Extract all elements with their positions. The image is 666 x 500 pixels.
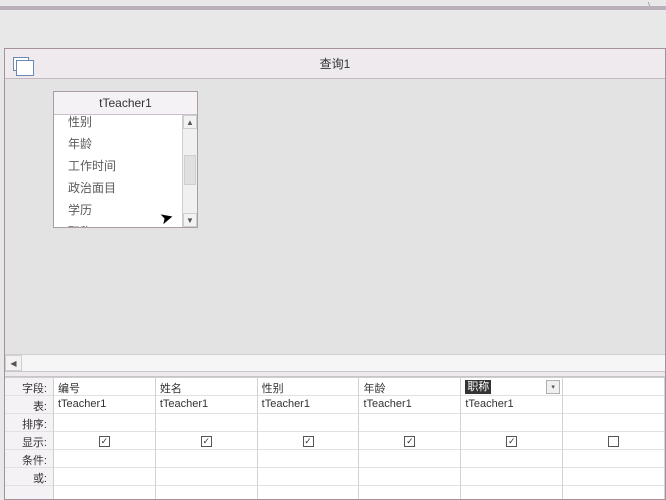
sort-cell[interactable]: [54, 414, 155, 432]
sort-cell[interactable]: [359, 414, 460, 432]
label-criteria: 条件:: [5, 450, 53, 468]
empty-cell[interactable]: [563, 450, 664, 468]
table-box[interactable]: tTeacher1 性别 年龄 工作时间 政治面目 学历 职称 ▲ ▼: [53, 91, 198, 228]
table-cell[interactable]: tTeacher1: [156, 396, 257, 414]
or-cell[interactable]: [359, 468, 460, 486]
grid-column: 姓名tTeacher1 ✓: [156, 378, 258, 499]
grid-column: 年龄tTeacher1 ✓: [359, 378, 461, 499]
sort-cell[interactable]: [156, 414, 257, 432]
field-item[interactable]: 性别: [64, 115, 182, 133]
grid-column: 职称▾tTeacher1 ✓: [461, 378, 563, 499]
field-cell[interactable]: 姓名: [156, 378, 257, 396]
show-cell[interactable]: ✓: [258, 432, 359, 450]
show-checkbox[interactable]: [608, 436, 619, 447]
criteria-cell[interactable]: [258, 450, 359, 468]
or-cell[interactable]: [54, 468, 155, 486]
empty-cell[interactable]: [563, 378, 664, 396]
grid-column: 编号tTeacher1 ✓: [54, 378, 156, 499]
or-cell[interactable]: [258, 468, 359, 486]
field-item[interactable]: 工作时间: [64, 155, 182, 177]
show-checkbox[interactable]: ✓: [303, 436, 314, 447]
dropdown-arrow-icon[interactable]: ▾: [546, 380, 560, 394]
query-icon: [13, 57, 29, 71]
or-cell[interactable]: [461, 468, 562, 486]
field-item[interactable]: 年龄: [64, 133, 182, 155]
label-sort: 排序:: [5, 414, 53, 432]
empty-cell[interactable]: [563, 396, 664, 414]
grid-row-labels: 字段: 表: 排序: 显示: 条件: 或:: [5, 378, 54, 499]
scroll-left-button[interactable]: ◀: [5, 355, 22, 371]
query-design-window: 查询1 tTeacher1 性别 年龄 工作时间 政治面目 学历 职称 ▲ ▼: [4, 48, 666, 500]
ribbon-strip: [0, 6, 666, 10]
field-item[interactable]: 政治面目: [64, 177, 182, 199]
show-checkbox[interactable]: ✓: [404, 436, 415, 447]
or-cell[interactable]: [156, 468, 257, 486]
label-table: 表:: [5, 396, 53, 414]
field-cell[interactable]: 性别: [258, 378, 359, 396]
scroll-track[interactable]: [22, 355, 665, 371]
diagram-hscroll[interactable]: ◀: [5, 354, 665, 371]
field-cell[interactable]: 职称▾: [461, 378, 562, 396]
show-checkbox[interactable]: ✓: [201, 436, 212, 447]
label-field: 字段:: [5, 378, 53, 396]
scroll-down-button[interactable]: ▼: [183, 213, 197, 227]
field-list-scrollbar[interactable]: ▲ ▼: [182, 115, 197, 227]
field-cell[interactable]: 年龄: [359, 378, 460, 396]
show-cell[interactable]: ✓: [461, 432, 562, 450]
field-list[interactable]: 性别 年龄 工作时间 政治面目 学历 职称: [54, 115, 182, 227]
show-checkbox[interactable]: ✓: [506, 436, 517, 447]
criteria-cell[interactable]: [461, 450, 562, 468]
sort-cell[interactable]: [461, 414, 562, 432]
grid-column-empty[interactable]: [563, 378, 665, 499]
sort-cell[interactable]: [258, 414, 359, 432]
scroll-up-button[interactable]: ▲: [183, 115, 197, 129]
design-grid: 字段: 表: 排序: 显示: 条件: 或: 编号tTeacher1✓姓名tTea…: [5, 377, 665, 499]
field-item[interactable]: 学历: [64, 199, 182, 221]
titlebar[interactable]: 查询1: [5, 49, 665, 79]
field-cell[interactable]: 编号: [54, 378, 155, 396]
diagram-pane[interactable]: tTeacher1 性别 年龄 工作时间 政治面目 学历 职称 ▲ ▼ ➤: [5, 79, 665, 354]
criteria-cell[interactable]: [359, 450, 460, 468]
criteria-cell[interactable]: [156, 450, 257, 468]
table-box-title[interactable]: tTeacher1: [54, 92, 197, 115]
table-cell[interactable]: tTeacher1: [258, 396, 359, 414]
empty-cell[interactable]: [563, 468, 664, 486]
criteria-cell[interactable]: [54, 450, 155, 468]
label-or: 或:: [5, 468, 53, 486]
show-cell[interactable]: ✓: [54, 432, 155, 450]
empty-cell[interactable]: [563, 432, 664, 450]
window-title: 查询1: [320, 55, 351, 72]
empty-cell[interactable]: [563, 414, 664, 432]
table-cell[interactable]: tTeacher1: [359, 396, 460, 414]
table-cell[interactable]: tTeacher1: [461, 396, 562, 414]
show-checkbox[interactable]: ✓: [99, 436, 110, 447]
scroll-thumb[interactable]: [184, 155, 196, 185]
show-cell[interactable]: ✓: [156, 432, 257, 450]
grid-column: 性别tTeacher1 ✓: [258, 378, 360, 499]
field-item[interactable]: 职称: [64, 221, 182, 227]
table-cell[interactable]: tTeacher1: [54, 396, 155, 414]
show-cell[interactable]: ✓: [359, 432, 460, 450]
label-show: 显示:: [5, 432, 53, 450]
